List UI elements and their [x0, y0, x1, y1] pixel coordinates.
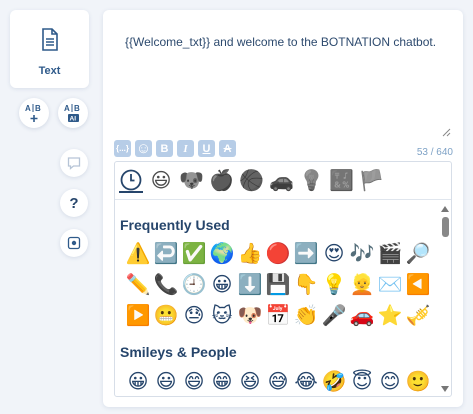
format-toolbar: {...} ☺ B I U A	[114, 140, 236, 157]
emoji-item[interactable]: 🔎	[404, 240, 432, 266]
ai-variable-icon: A B AI	[64, 104, 80, 123]
settings-icon	[67, 236, 81, 250]
emoji-item[interactable]: ⬇️	[236, 271, 264, 297]
svg-text:B: B	[74, 104, 80, 113]
emoji-grid-smileys-people: 😀 😃 😄 😁 😆 😅 😂 🤣 😇 😊 🙂	[115, 368, 451, 394]
document-icon	[40, 28, 60, 57]
bold-button[interactable]: B	[156, 140, 173, 157]
emoji-item[interactable]: 🤣	[320, 368, 348, 394]
text-block-card[interactable]: Text	[10, 10, 89, 88]
emoji-category-bar: 😃 🐶 🍎 🏀 🚗 💡 🔣 🏳️	[115, 162, 451, 200]
svg-text:B: B	[35, 104, 41, 113]
emoji-item[interactable]: 🐶	[236, 302, 264, 328]
character-counter: 53 / 640	[416, 147, 453, 158]
emoji-item[interactable]: 😇	[348, 368, 376, 394]
svg-text:A: A	[64, 104, 70, 113]
emoji-item[interactable]: 🙂	[404, 368, 432, 394]
emoji-item[interactable]: 😅	[264, 368, 292, 394]
emoji-item[interactable]: 🎤	[320, 302, 348, 328]
emoji-item[interactable]: 📅	[264, 302, 292, 328]
basketball-icon[interactable]: 🏀	[239, 169, 264, 193]
flag-icon[interactable]: 🏳️	[359, 169, 384, 193]
emoji-item[interactable]: 👱	[348, 271, 376, 297]
ai-variable-button[interactable]: A B AI	[58, 98, 88, 128]
smiley-icon[interactable]: 😃	[149, 169, 173, 193]
comment-icon	[67, 157, 81, 170]
emoji-item[interactable]: 😀	[208, 271, 236, 297]
section-title-smileys-people: Smileys & People	[120, 344, 237, 360]
emoji-item[interactable]: 👍	[236, 240, 264, 266]
emoji-item[interactable]: 😃	[152, 368, 180, 394]
emoji-button[interactable]: ☺	[135, 140, 152, 157]
help-icon: ?	[69, 194, 79, 212]
emoji-item[interactable]: 🎺	[404, 302, 432, 328]
add-variable-button[interactable]: A B	[19, 98, 49, 128]
emoji-item[interactable]: 🐱	[208, 302, 236, 328]
car-icon[interactable]: 🚗	[269, 169, 294, 193]
emoji-item[interactable]: ⚠️	[124, 240, 152, 266]
emoji-item[interactable]: 💾	[264, 271, 292, 297]
emoji-item[interactable]: 😆	[236, 368, 264, 394]
emoji-picker: 😃 🐶 🍎 🏀 🚗 💡 🔣 🏳️ Frequently Used ⚠️ ↩️ ✅ 🌍 👍…	[114, 161, 452, 397]
emoji-item[interactable]: ✏️	[124, 271, 152, 297]
emoji-item[interactable]: 😀	[124, 368, 152, 394]
symbols-icon[interactable]: 🔣	[329, 169, 354, 193]
strikethrough-button[interactable]: A	[219, 140, 236, 157]
underline-button[interactable]: U	[198, 140, 215, 157]
settings-button[interactable]	[60, 229, 88, 257]
emoji-item[interactable]: 😂	[292, 368, 320, 394]
message-textarea[interactable]: {{Welcome_txt}} and welcome to the BOTNA…	[125, 34, 451, 50]
bulb-icon[interactable]: 💡	[299, 169, 324, 193]
emoji-grid-frequently-used: ⚠️ ↩️ ✅ 🌍 👍 🔴 ➡️ 😍 🎶 🎬 🔎 ✏️ 📞 🕘 😀 ⬇️ 💾 👇 💡 👱 ✉️ ◀️ ▶️ 😬 😓 🐱 🐶 📅 👏 🎤 🚗 ⭐…	[115, 240, 451, 328]
emoji-item[interactable]: ▶️	[124, 302, 152, 328]
text-block-label: Text	[38, 65, 61, 77]
emoji-item[interactable]: 🕘	[180, 271, 208, 297]
emoji-item[interactable]: 😁	[208, 368, 236, 394]
help-button[interactable]: ?	[60, 189, 88, 217]
clock-icon[interactable]	[119, 169, 143, 193]
emoji-item[interactable]: 🌍	[208, 240, 236, 266]
emoji-list: Frequently Used ⚠️ ↩️ ✅ 🌍 👍 🔴 ➡️ 😍 🎶 🎬 🔎 ✏️ 📞 🕘 😀 ⬇️ 💾 👇 💡…	[115, 200, 451, 394]
emoji-item[interactable]: 🎶	[348, 240, 376, 266]
text-editor-panel: {{Welcome_txt}} and welcome to the BOTNA…	[103, 10, 463, 407]
emoji-item[interactable]: ✅	[180, 240, 208, 266]
emoji-item[interactable]: ✉️	[376, 271, 404, 297]
dog-icon[interactable]: 🐶	[179, 169, 204, 193]
emoji-item[interactable]: ➡️	[292, 240, 320, 266]
emoji-item[interactable]: 😓	[180, 302, 208, 328]
scroll-down-arrow-icon[interactable]	[441, 386, 449, 392]
emoji-item[interactable]: 👏	[292, 302, 320, 328]
scroll-thumb[interactable]	[442, 217, 449, 237]
svg-text:AI: AI	[70, 116, 77, 123]
emoji-item[interactable]: 😊	[376, 368, 404, 394]
emoji-item[interactable]: 💡	[320, 271, 348, 297]
emoji-item[interactable]: 🚗	[348, 302, 376, 328]
add-variable-icon: A B	[25, 104, 41, 122]
emoji-item[interactable]: ⭐	[376, 302, 404, 328]
emoji-scrollbar[interactable]	[441, 202, 450, 396]
comment-button[interactable]	[60, 149, 88, 177]
section-title-frequently-used: Frequently Used	[120, 217, 230, 233]
apple-icon[interactable]: 🍎	[209, 169, 234, 193]
emoji-item[interactable]: ◀️	[404, 271, 432, 297]
emoji-item[interactable]: 👇	[292, 271, 320, 297]
emoji-item[interactable]: ↩️	[152, 240, 180, 266]
emoji-item[interactable]: 📞	[152, 271, 180, 297]
resize-handle-icon[interactable]	[442, 128, 451, 137]
emoji-item[interactable]: 😬	[152, 302, 180, 328]
emoji-item[interactable]: 🎬	[376, 240, 404, 266]
emoji-item[interactable]: 😄	[180, 368, 208, 394]
variable-insert-button[interactable]: {...}	[114, 140, 131, 157]
emoji-item[interactable]: 😍	[320, 240, 348, 266]
emoji-item[interactable]: 🔴	[264, 240, 292, 266]
svg-text:A: A	[25, 104, 31, 113]
italic-button[interactable]: I	[177, 140, 194, 157]
scroll-up-arrow-icon[interactable]	[441, 206, 449, 212]
